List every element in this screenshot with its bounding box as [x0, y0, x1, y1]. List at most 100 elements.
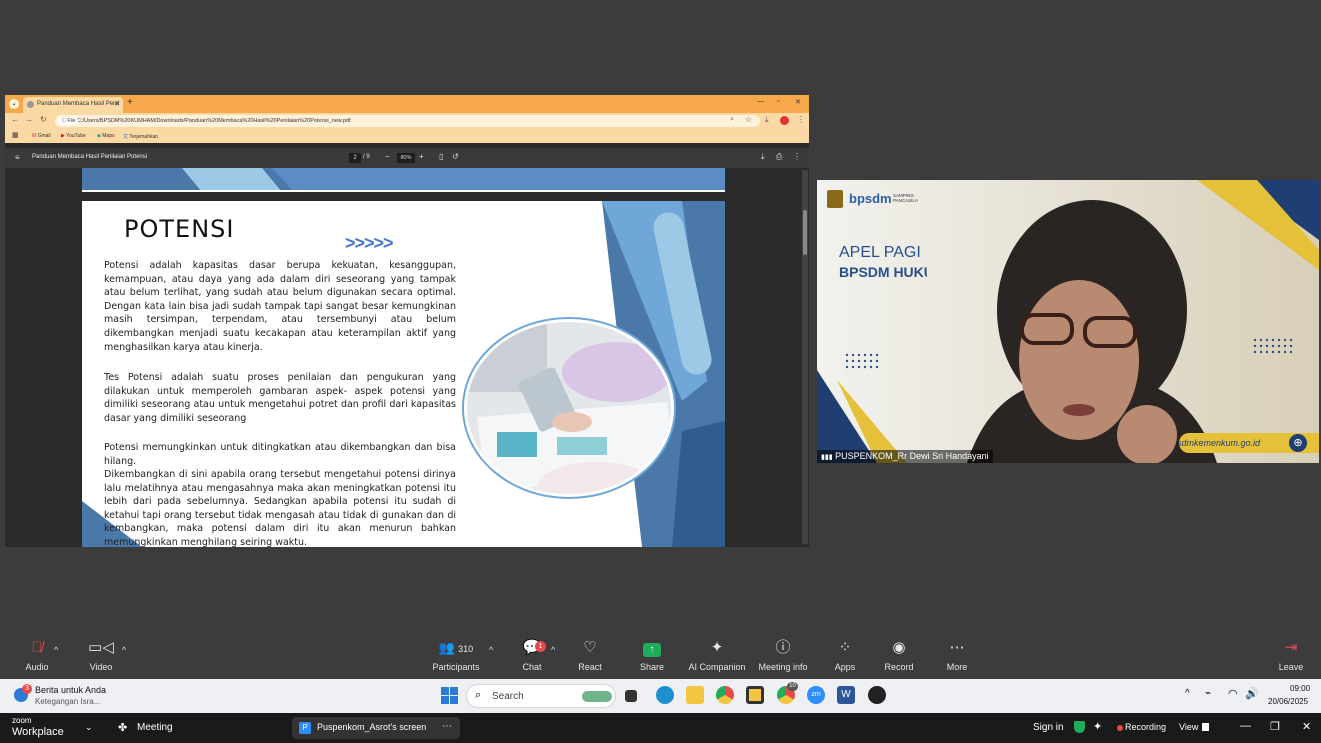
- react-button[interactable]: ♡ React: [555, 635, 625, 677]
- search-placeholder: Search: [492, 691, 524, 702]
- meeting-info-button[interactable]: ⓘ Meeting info: [748, 635, 818, 677]
- sparkle-icon: ✦: [710, 639, 724, 656]
- tab-more-icon[interactable]: ⋯: [442, 721, 452, 732]
- pdf-menu-icon[interactable]: ≡: [15, 153, 20, 162]
- participants-chevron-icon[interactable]: ^: [489, 645, 493, 655]
- zoom-icon[interactable]: ⌕: [730, 116, 734, 124]
- profile-avatar[interactable]: [780, 116, 789, 125]
- video-button[interactable]: ▭◁ Video: [66, 635, 136, 677]
- page-number-input[interactable]: 2: [349, 153, 361, 163]
- zoom-out-icon[interactable]: −: [385, 152, 390, 161]
- close-window-icon[interactable]: ✕: [795, 98, 801, 106]
- leave-icon: ⇥: [1284, 639, 1298, 656]
- windows-start-icon[interactable]: [441, 687, 458, 704]
- fit-page-icon[interactable]: ▯: [439, 152, 443, 161]
- game-app-icon[interactable]: [868, 686, 886, 704]
- wifi-icon[interactable]: ◠: [1228, 687, 1238, 700]
- volume-icon[interactable]: 🔊: [1245, 687, 1259, 700]
- minimize-icon[interactable]: —: [757, 98, 764, 105]
- participant-count: 310: [458, 644, 474, 654]
- more-button[interactable]: ⋯ More: [922, 635, 992, 677]
- forward-icon[interactable]: →: [25, 115, 33, 124]
- sticky-notes-icon[interactable]: [746, 686, 764, 704]
- new-tab-icon[interactable]: +: [127, 97, 133, 108]
- restore-window-icon[interactable]: ❐: [1270, 720, 1280, 733]
- bookmark-gmail[interactable]: M Gmail: [32, 133, 51, 139]
- bookmark-star-icon[interactable]: ☆: [745, 115, 752, 124]
- zoom-level-input[interactable]: 80%: [397, 153, 415, 163]
- meeting-tab[interactable]: Meeting: [137, 722, 173, 733]
- file-explorer-icon[interactable]: [686, 686, 704, 704]
- reload-icon[interactable]: ↻: [40, 115, 47, 124]
- workplace-dropdown-icon[interactable]: ⌄: [85, 722, 93, 733]
- pdf-scroll-thumb[interactable]: [803, 210, 807, 255]
- audio-options-chevron-icon[interactable]: ^: [54, 645, 58, 655]
- chrome-badge: 10: [787, 682, 798, 691]
- zoom-workplace-bar: zoom Workplace ⌄ ✤ Meeting P Puspenkom_A…: [0, 713, 1321, 743]
- ai-sparkle-icon[interactable]: ✦: [1093, 720, 1102, 733]
- video-label: Video: [89, 662, 113, 672]
- tray-overflow-icon[interactable]: ^: [1185, 688, 1190, 699]
- pdf-print-icon[interactable]: ⎙: [776, 152, 782, 162]
- news-widget[interactable]: 3 Berita untuk Anda Ketegangan Isra...: [12, 682, 192, 710]
- bookmark-translate[interactable]: 文 Terjemahkan: [123, 133, 158, 140]
- taskbar-search[interactable]: ⌕ Search: [466, 684, 616, 708]
- leave-button[interactable]: ⇥ Leave: [1256, 635, 1321, 677]
- participants-button[interactable]: 👥 310 Participants: [421, 635, 491, 677]
- rotate-icon[interactable]: ↺: [452, 152, 459, 161]
- banner-line1: APEL PAGI: [839, 244, 921, 261]
- apps-grid-icon[interactable]: ▦: [12, 131, 19, 139]
- info-icon: ⓘ: [775, 639, 791, 656]
- task-view-icon[interactable]: [625, 690, 637, 702]
- browser-tab[interactable]: Panduan Membaca Hasil Penil ✕: [23, 97, 123, 113]
- share-screen-icon: ↑: [617, 635, 687, 661]
- bookmark-youtube[interactable]: ▶ YouTube: [61, 133, 86, 139]
- share-button[interactable]: ↑ Share: [617, 635, 687, 677]
- paragraph-definition: Potensi adalah kapasitas dasar berupa ke…: [104, 260, 456, 353]
- clock-time[interactable]: 09:00: [1290, 684, 1310, 693]
- meeting-info-label: Meeting info: [758, 662, 808, 672]
- pdf-viewer[interactable]: POTENSI >>>>> Potensi adalah kapasitas d…: [5, 168, 809, 547]
- sign-in-link[interactable]: Sign in: [1033, 722, 1064, 733]
- video-options-chevron-icon[interactable]: ^: [122, 645, 126, 655]
- view-button[interactable]: View: [1179, 722, 1198, 732]
- pdf-more-icon[interactable]: ⋮: [793, 152, 801, 161]
- news-subtitle: Ketegangan Isra...: [35, 697, 101, 706]
- share-label: Share: [639, 662, 665, 672]
- zoom-in-icon[interactable]: +: [419, 152, 424, 161]
- bookmark-maps[interactable]: ◆ Maps: [97, 133, 114, 139]
- recording-status[interactable]: Recording: [1125, 722, 1166, 732]
- back-icon[interactable]: ←: [11, 115, 19, 124]
- network-icon[interactable]: ⌁: [1205, 688, 1211, 699]
- clock-date[interactable]: 20/06/2025: [1268, 697, 1308, 706]
- restore-icon[interactable]: ▫: [777, 98, 779, 105]
- gmail-icon: M: [32, 133, 37, 139]
- participant-name: PUSPENKOM_Rr Dewi Sri Handayani: [835, 451, 989, 461]
- zoom-app-icon[interactable]: zm: [807, 686, 825, 704]
- globe-icon: ⊕: [1289, 434, 1307, 452]
- screen-share-title: Puspenkom_Asrot's screen: [317, 722, 427, 732]
- video-background: [817, 180, 1319, 463]
- maps-icon: ◆: [97, 133, 101, 139]
- tab-close-icon[interactable]: ✕: [114, 100, 120, 108]
- word-icon[interactable]: W: [837, 686, 855, 704]
- chrome-icon[interactable]: [716, 686, 734, 704]
- audio-button[interactable]: 🎙̸ Audio: [2, 635, 72, 677]
- file-chip[interactable]: ⓘ File: [58, 117, 79, 125]
- speaker-video-tile[interactable]: bpsdm SAMPING PANCASILA APEL PAGI BPSDM …: [817, 180, 1319, 463]
- react-label: React: [578, 662, 602, 672]
- menu-kebab-icon[interactable]: ⋮: [797, 115, 805, 124]
- download-icon[interactable]: ⤓: [765, 115, 769, 125]
- ai-companion-button[interactable]: ✦ AI Companion: [682, 635, 752, 677]
- search-highlight-icon: [582, 691, 612, 702]
- security-shield-icon[interactable]: [1074, 721, 1085, 733]
- edge-icon[interactable]: [656, 686, 674, 704]
- screen-share-tab[interactable]: P Puspenkom_Asrot's screen ⋯: [292, 717, 460, 739]
- tab-search-icon[interactable]: ⌄: [9, 99, 19, 109]
- address-input[interactable]: ⓘ File C:/Users/BPSDM%20KUMHAM/Downloads…: [55, 115, 760, 127]
- pdf-scrollbar[interactable]: [802, 170, 808, 544]
- minimize-window-icon[interactable]: —: [1240, 720, 1251, 732]
- paragraph-develop: Potensi memungkinkan untuk ditingkatkan …: [104, 442, 456, 467]
- pdf-download-icon[interactable]: ⤓: [761, 152, 765, 162]
- close-app-icon[interactable]: ✕: [1302, 720, 1311, 733]
